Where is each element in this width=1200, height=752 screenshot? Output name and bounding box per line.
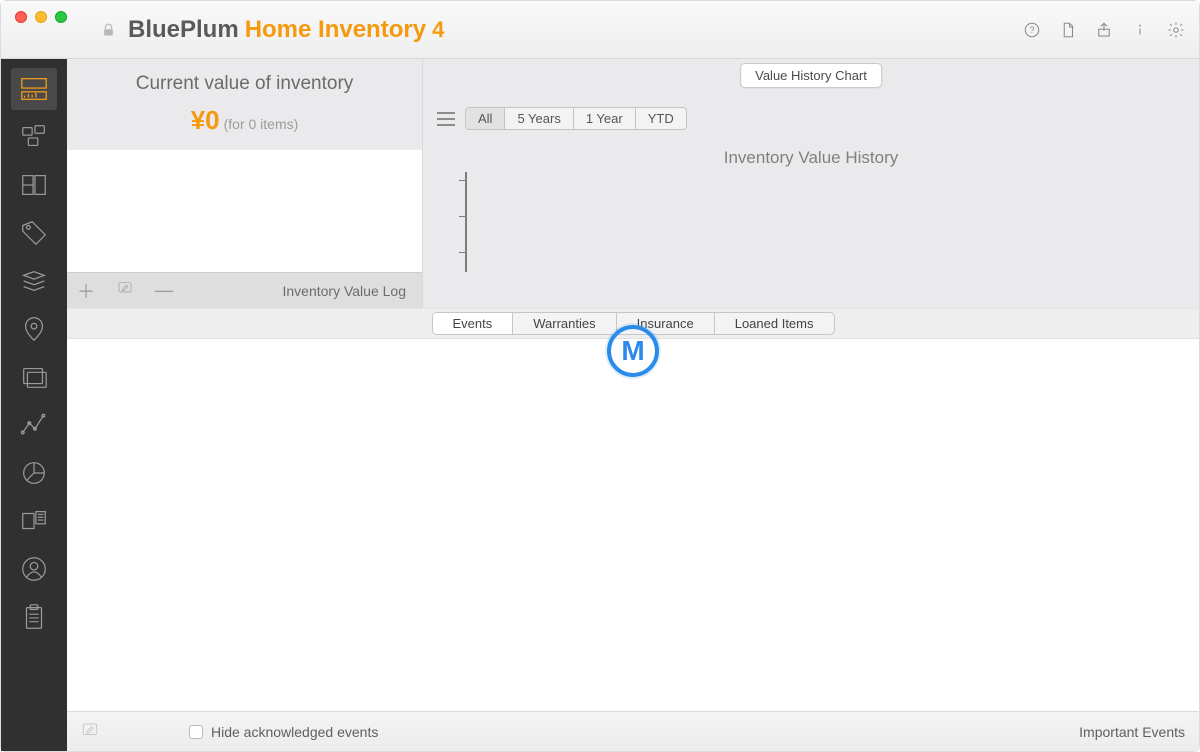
summary-amount: ¥0 [191, 105, 220, 136]
sidebar-item-photos[interactable] [11, 356, 57, 398]
edit-log-button[interactable] [117, 280, 133, 301]
chart-range-segmented: All 5 Years 1 Year YTD [465, 107, 687, 130]
app-title: BluePlum Home Inventory 4 [101, 16, 444, 44]
chart-area: Inventory Value History [437, 148, 1185, 278]
add-log-button[interactable]: ＋ [77, 278, 95, 304]
watermark-icon: M [607, 325, 659, 377]
sidebar-item-reports-pie[interactable] [11, 452, 57, 494]
sidebar-item-tags[interactable] [11, 212, 57, 254]
summary-list [67, 150, 422, 272]
app-window: BluePlum Home Inventory 4 ? [0, 0, 1200, 752]
settings-gear-icon[interactable] [1167, 21, 1185, 39]
toolbar-right: ? [1023, 1, 1185, 59]
sidebar [1, 59, 67, 711]
svg-text:?: ? [1029, 25, 1034, 35]
chart-y-axis [465, 172, 467, 272]
footer: Hide acknowledged events Important Event… [67, 711, 1199, 751]
sidebar-item-analytics[interactable] [11, 404, 57, 446]
range-1year-button[interactable]: 1 Year [574, 108, 636, 129]
sidebar-item-users[interactable] [11, 548, 57, 590]
sidebar-bottom [1, 711, 67, 751]
tab-events[interactable]: Events [433, 313, 514, 334]
chart-menu-icon[interactable] [437, 112, 455, 126]
chart-tick [459, 252, 467, 253]
footer-edit-icon[interactable] [81, 721, 99, 742]
tab-warranties[interactable]: Warranties [513, 313, 616, 334]
tab-loaned-items[interactable]: Loaned Items [715, 313, 834, 334]
app-subtitle: Home Inventory [245, 16, 426, 44]
hide-acknowledged-label: Hide acknowledged events [211, 724, 378, 740]
sidebar-item-inventory-lists[interactable] [11, 500, 57, 542]
sidebar-item-dashboard[interactable] [11, 68, 57, 110]
chart-tick [459, 180, 467, 181]
info-icon[interactable] [1131, 21, 1149, 39]
remove-log-button[interactable]: — [155, 280, 173, 301]
window-controls [15, 11, 67, 23]
summary-panel: Current value of inventory ¥0 (for 0 ite… [67, 59, 423, 308]
range-5years-button[interactable]: 5 Years [505, 108, 573, 129]
chart-tick [459, 216, 467, 217]
sidebar-item-items[interactable] [11, 116, 57, 158]
body: Current value of inventory ¥0 (for 0 ite… [1, 59, 1199, 711]
lower-panel: Events Warranties Insurance Loaned Items… [67, 309, 1199, 711]
app-version: 4 [432, 17, 444, 43]
summary-header: Current value of inventory ¥0 (for 0 ite… [67, 59, 422, 150]
chart-controls: All 5 Years 1 Year YTD [437, 107, 1185, 130]
hide-acknowledged-checkbox[interactable] [189, 725, 203, 739]
range-ytd-button[interactable]: YTD [636, 108, 686, 129]
lock-icon [101, 23, 116, 43]
summary-title: Current value of inventory [67, 73, 422, 95]
app-name: BluePlum [128, 16, 239, 44]
help-button[interactable]: ? [1023, 21, 1041, 39]
summary-count: (for 0 items) [224, 116, 299, 132]
sidebar-item-rooms[interactable] [11, 164, 57, 206]
sidebar-item-locations[interactable] [11, 308, 57, 350]
zoom-window-button[interactable] [55, 11, 67, 23]
close-window-button[interactable] [15, 11, 27, 23]
chart-tab-label[interactable]: Value History Chart [740, 63, 882, 88]
minimize-window-button[interactable] [35, 11, 47, 23]
document-icon[interactable] [1059, 21, 1077, 39]
main: Current value of inventory ¥0 (for 0 ite… [67, 59, 1199, 711]
summary-footer: ＋ — Inventory Value Log [67, 272, 422, 308]
chart-panel: Value History Chart All 5 Years 1 Year Y… [423, 59, 1199, 308]
titlebar: BluePlum Home Inventory 4 ? [1, 1, 1199, 59]
sidebar-item-collections[interactable] [11, 260, 57, 302]
share-icon[interactable] [1095, 21, 1113, 39]
range-all-button[interactable]: All [466, 108, 505, 129]
chart-title: Inventory Value History [437, 148, 1185, 168]
upper-panels: Current value of inventory ¥0 (for 0 ite… [67, 59, 1199, 309]
summary-log-label: Inventory Value Log [283, 283, 413, 299]
important-events-label: Important Events [1079, 724, 1185, 740]
sidebar-item-clipboard[interactable] [11, 596, 57, 638]
